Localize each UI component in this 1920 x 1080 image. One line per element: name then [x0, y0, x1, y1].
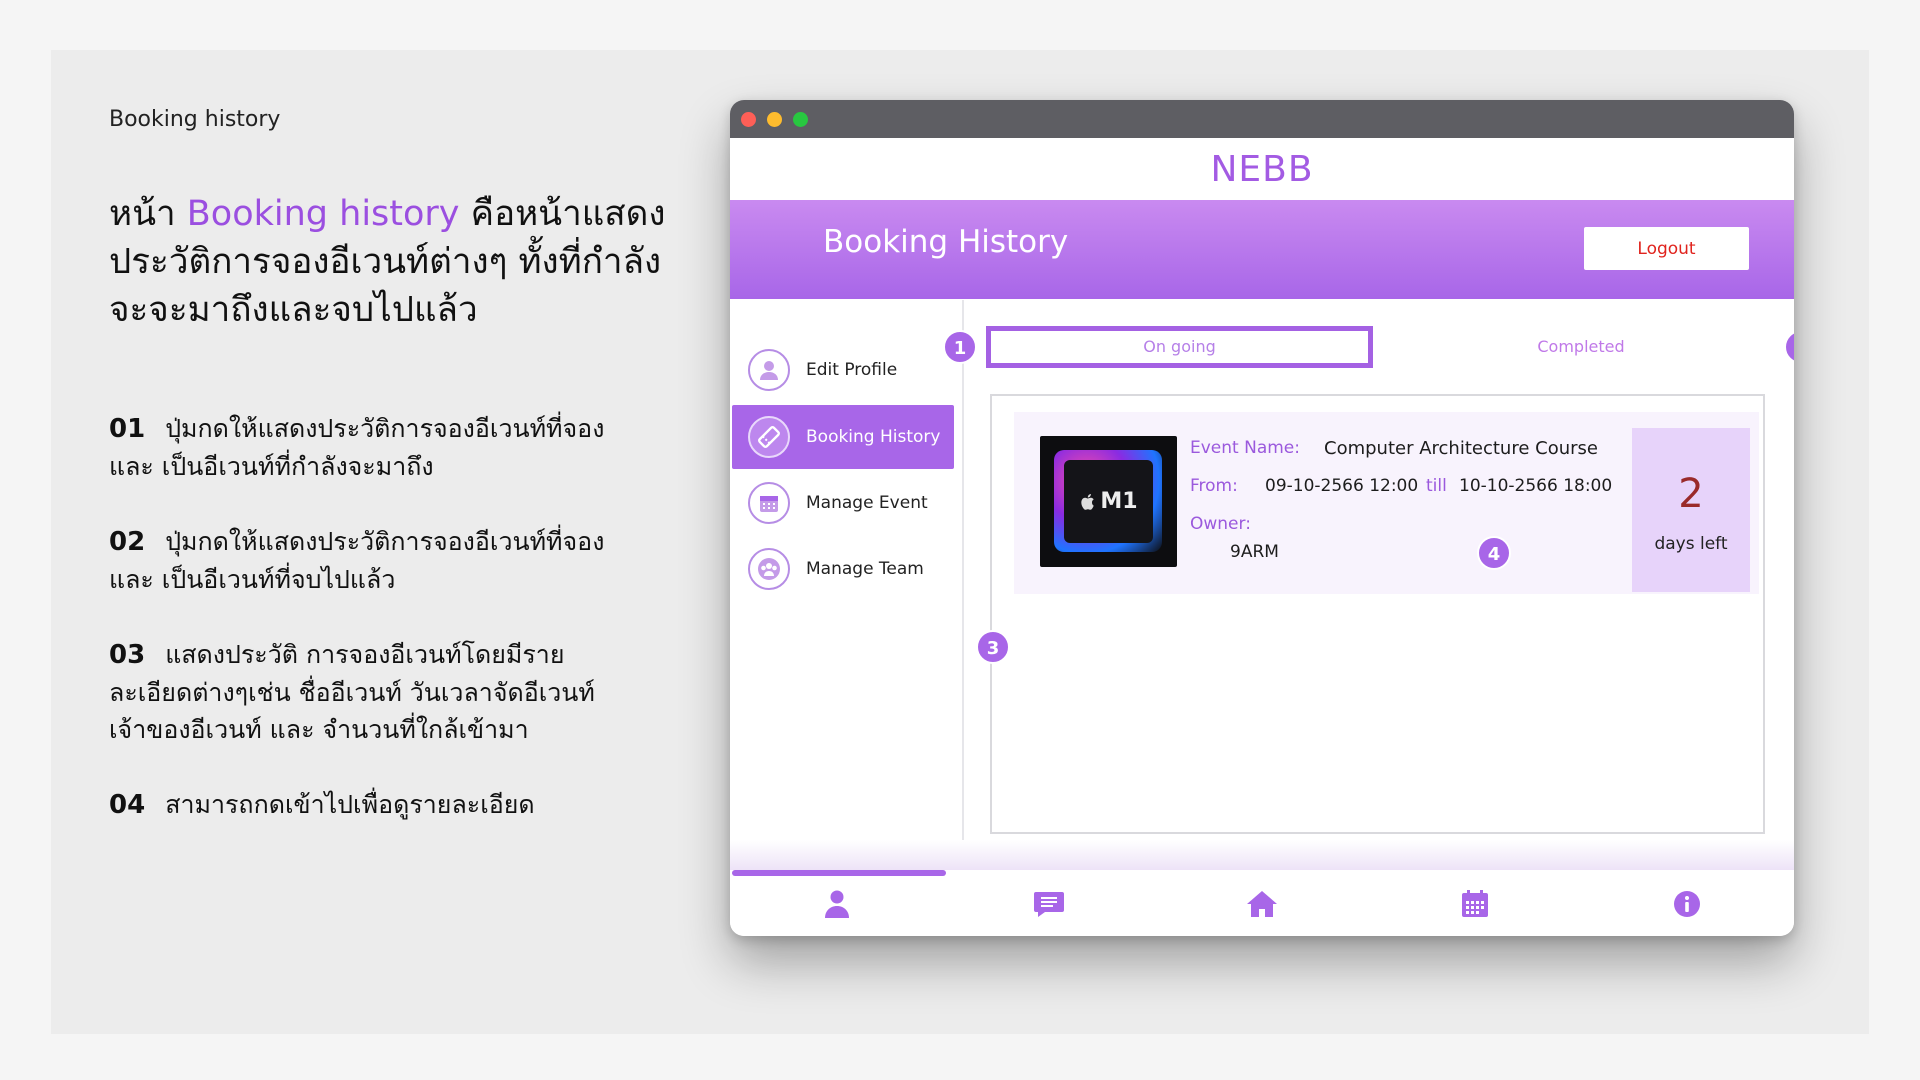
booking-card[interactable]: M1 Event Name: Computer Architecture Cou… [1014, 412, 1759, 594]
minimize-window-button[interactable] [767, 112, 782, 127]
note-item: 02 ปุ่มกดให้แสดงประวัติการจองอีเวนท์ที่จอ… [109, 523, 629, 598]
sidebar-item-label: Edit Profile [806, 360, 898, 380]
annotation-badge-2: 2 [1784, 330, 1794, 364]
nav-home-button[interactable] [1242, 884, 1282, 924]
note-item: 01 ปุ่มกดให้แสดงประวัติการจองอีเวนท์ที่จอ… [109, 410, 629, 485]
event-from: 09-10-2566 12:00 [1265, 476, 1419, 496]
note-item: 04 สามารถกดเข้าไปเพื่อดูรายละเอียด [109, 786, 629, 824]
tab-completed[interactable]: Completed [1388, 326, 1774, 368]
note-text: แสดงประวัติ การจองอีเวนท์โดยมีรายละเอียด… [109, 640, 595, 744]
note-number: 02 [109, 527, 146, 557]
page-title: Booking History [823, 224, 1069, 260]
note-text: ปุ่มกดให้แสดงประวัติการจองอีเวนท์ที่จอง … [109, 527, 605, 594]
annotation-badge-4: 4 [1477, 536, 1511, 570]
sidebar-item-label: Manage Event [806, 493, 928, 513]
apple-icon [1081, 493, 1095, 510]
note-text: ปุ่มกดให้แสดงประวัติการจองอีเวนท์ที่จอง … [109, 414, 605, 481]
app-brand: NEBB [1210, 149, 1314, 190]
calendar-icon [748, 482, 790, 524]
event-owner-label: Owner: [1190, 514, 1251, 534]
event-from-label: From: [1190, 476, 1238, 496]
note-text: สามารถกดเข้าไปเพื่อดูรายละเอียด [165, 790, 535, 819]
nav-calendar-button[interactable] [1455, 884, 1495, 924]
annotation-badge-3: 3 [976, 630, 1010, 664]
event-till: 10-10-2566 18:00 [1459, 476, 1613, 496]
apple-chip-logo: M1 [1064, 460, 1153, 543]
sidebar-item-manage-team[interactable]: Manage Team [732, 537, 954, 601]
headline-accent: Booking history [186, 194, 460, 234]
chat-icon [1034, 892, 1064, 917]
section-label: Booking history [109, 107, 281, 132]
close-window-button[interactable] [741, 112, 756, 127]
nav-active-indicator [732, 870, 946, 876]
headline: หน้า Booking history คือหน้าแสดง ประวัติ… [109, 190, 669, 334]
sidebar-item-label: Manage Team [806, 559, 924, 579]
user-icon [748, 349, 790, 391]
note-number: 01 [109, 414, 146, 444]
event-name-label: Event Name: [1190, 438, 1300, 458]
window-titlebar [730, 100, 1794, 138]
home-icon [1247, 891, 1277, 917]
note-number: 03 [109, 640, 146, 670]
ticket-icon [748, 416, 790, 458]
chip-label: M1 [1100, 489, 1138, 514]
bottom-nav [730, 870, 1794, 936]
bottom-fade [730, 840, 1794, 870]
info-icon [1674, 891, 1700, 917]
headline-pre: หน้า [109, 194, 187, 234]
nav-info-button[interactable] [1667, 884, 1707, 924]
logout-button[interactable]: Logout [1584, 227, 1749, 270]
note-item: 03 แสดงประวัติ การจองอีเวนท์โดยมีรายละเอี… [109, 636, 629, 748]
nav-chat-button[interactable] [1029, 884, 1069, 924]
event-name: Computer Architecture Course [1324, 438, 1598, 459]
sidebar-item-edit-profile[interactable]: Edit Profile [732, 338, 954, 402]
event-owner: 9ARM [1230, 542, 1279, 562]
maximize-window-button[interactable] [793, 112, 808, 127]
sidebar: Edit Profile Booking History Manage Even… [730, 300, 964, 868]
tab-on-going[interactable]: On going [986, 326, 1373, 368]
nav-profile-button[interactable] [817, 884, 857, 924]
app-window: NEBB Booking History Logout Edit Profile… [730, 100, 1794, 936]
event-till-label: till [1426, 476, 1447, 496]
sidebar-item-label: Booking History [806, 427, 941, 447]
user-icon [825, 890, 849, 918]
annotation-badge-1: 1 [943, 330, 977, 364]
days-left-box: 2 days left [1632, 428, 1750, 592]
sidebar-item-booking-history[interactable]: Booking History [732, 405, 954, 469]
sidebar-item-manage-event[interactable]: Manage Event [732, 471, 954, 535]
notes-list: 01 ปุ่มกดให้แสดงประวัติการจองอีเวนท์ที่จอ… [109, 410, 629, 862]
days-left-number: 2 [1678, 471, 1704, 517]
note-number: 04 [109, 790, 146, 820]
page-header: Booking History Logout [730, 200, 1794, 299]
team-icon [748, 548, 790, 590]
days-left-label: days left [1654, 534, 1728, 554]
calendar-icon [1462, 890, 1488, 917]
event-image: M1 [1040, 436, 1177, 567]
